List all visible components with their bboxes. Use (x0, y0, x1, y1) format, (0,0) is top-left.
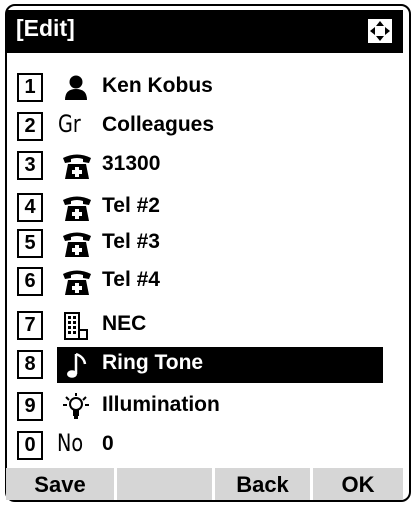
back-softkey[interactable]: Back (215, 468, 310, 500)
item-label: Tel #2 (102, 194, 160, 217)
list-item-8-selected[interactable]: 8 Ring Tone (17, 347, 385, 383)
list-item-0[interactable]: 0 No 0 (17, 428, 385, 464)
telephone-icon (63, 196, 91, 221)
item-key: 9 (17, 392, 43, 421)
item-label: Colleagues (102, 113, 215, 136)
item-label: Ken Kobus (102, 74, 213, 97)
four-way-navigation-icon (368, 19, 392, 43)
item-label: 0 (102, 432, 114, 455)
list-item-5[interactable]: 5 Tel #3 (17, 226, 385, 262)
softkey-bar: Save Back OK (6, 468, 403, 500)
item-key: 5 (17, 229, 43, 258)
item-key: 0 (17, 431, 43, 460)
item-key: 6 (17, 267, 43, 296)
telephone-icon (63, 232, 91, 257)
item-key: 8 (17, 350, 43, 379)
list-item-4[interactable]: 4 Tel #2 (17, 190, 385, 226)
list-item-7[interactable]: 7 NEC (17, 308, 385, 344)
light-bulb-icon (63, 393, 89, 419)
screen-title: [Edit] (16, 15, 75, 41)
list-item-3[interactable]: 3 31300 (17, 148, 385, 184)
telephone-icon (63, 270, 91, 295)
music-note-icon (67, 352, 87, 378)
telephone-icon (63, 154, 91, 179)
group-icon: Gr (58, 110, 81, 138)
list-item-6[interactable]: 6 Tel #4 (17, 264, 385, 300)
item-key: 4 (17, 193, 43, 222)
list-item-9[interactable]: 9 Illumination (17, 389, 385, 425)
item-label: NEC (102, 312, 147, 335)
item-key: 1 (17, 73, 43, 102)
title-bar: [Edit] (6, 10, 403, 53)
list-item-1[interactable]: 1 Ken Kobus (17, 70, 385, 106)
item-label: 31300 (102, 152, 161, 175)
item-label: Tel #3 (102, 230, 160, 253)
blank-softkey[interactable] (117, 468, 212, 500)
ok-softkey[interactable]: OK (313, 468, 403, 500)
save-softkey[interactable]: Save (6, 468, 114, 500)
item-key: 2 (17, 112, 43, 141)
person-icon (65, 75, 87, 100)
item-key: 3 (17, 151, 43, 180)
list-item-2[interactable]: 2 Gr Colleagues (17, 109, 385, 145)
building-icon (64, 312, 88, 340)
item-label: Illumination (102, 393, 220, 416)
item-label: Ring Tone (102, 351, 204, 374)
item-label: Tel #4 (102, 268, 160, 291)
number-icon: No (57, 429, 84, 457)
item-key: 7 (17, 311, 43, 340)
